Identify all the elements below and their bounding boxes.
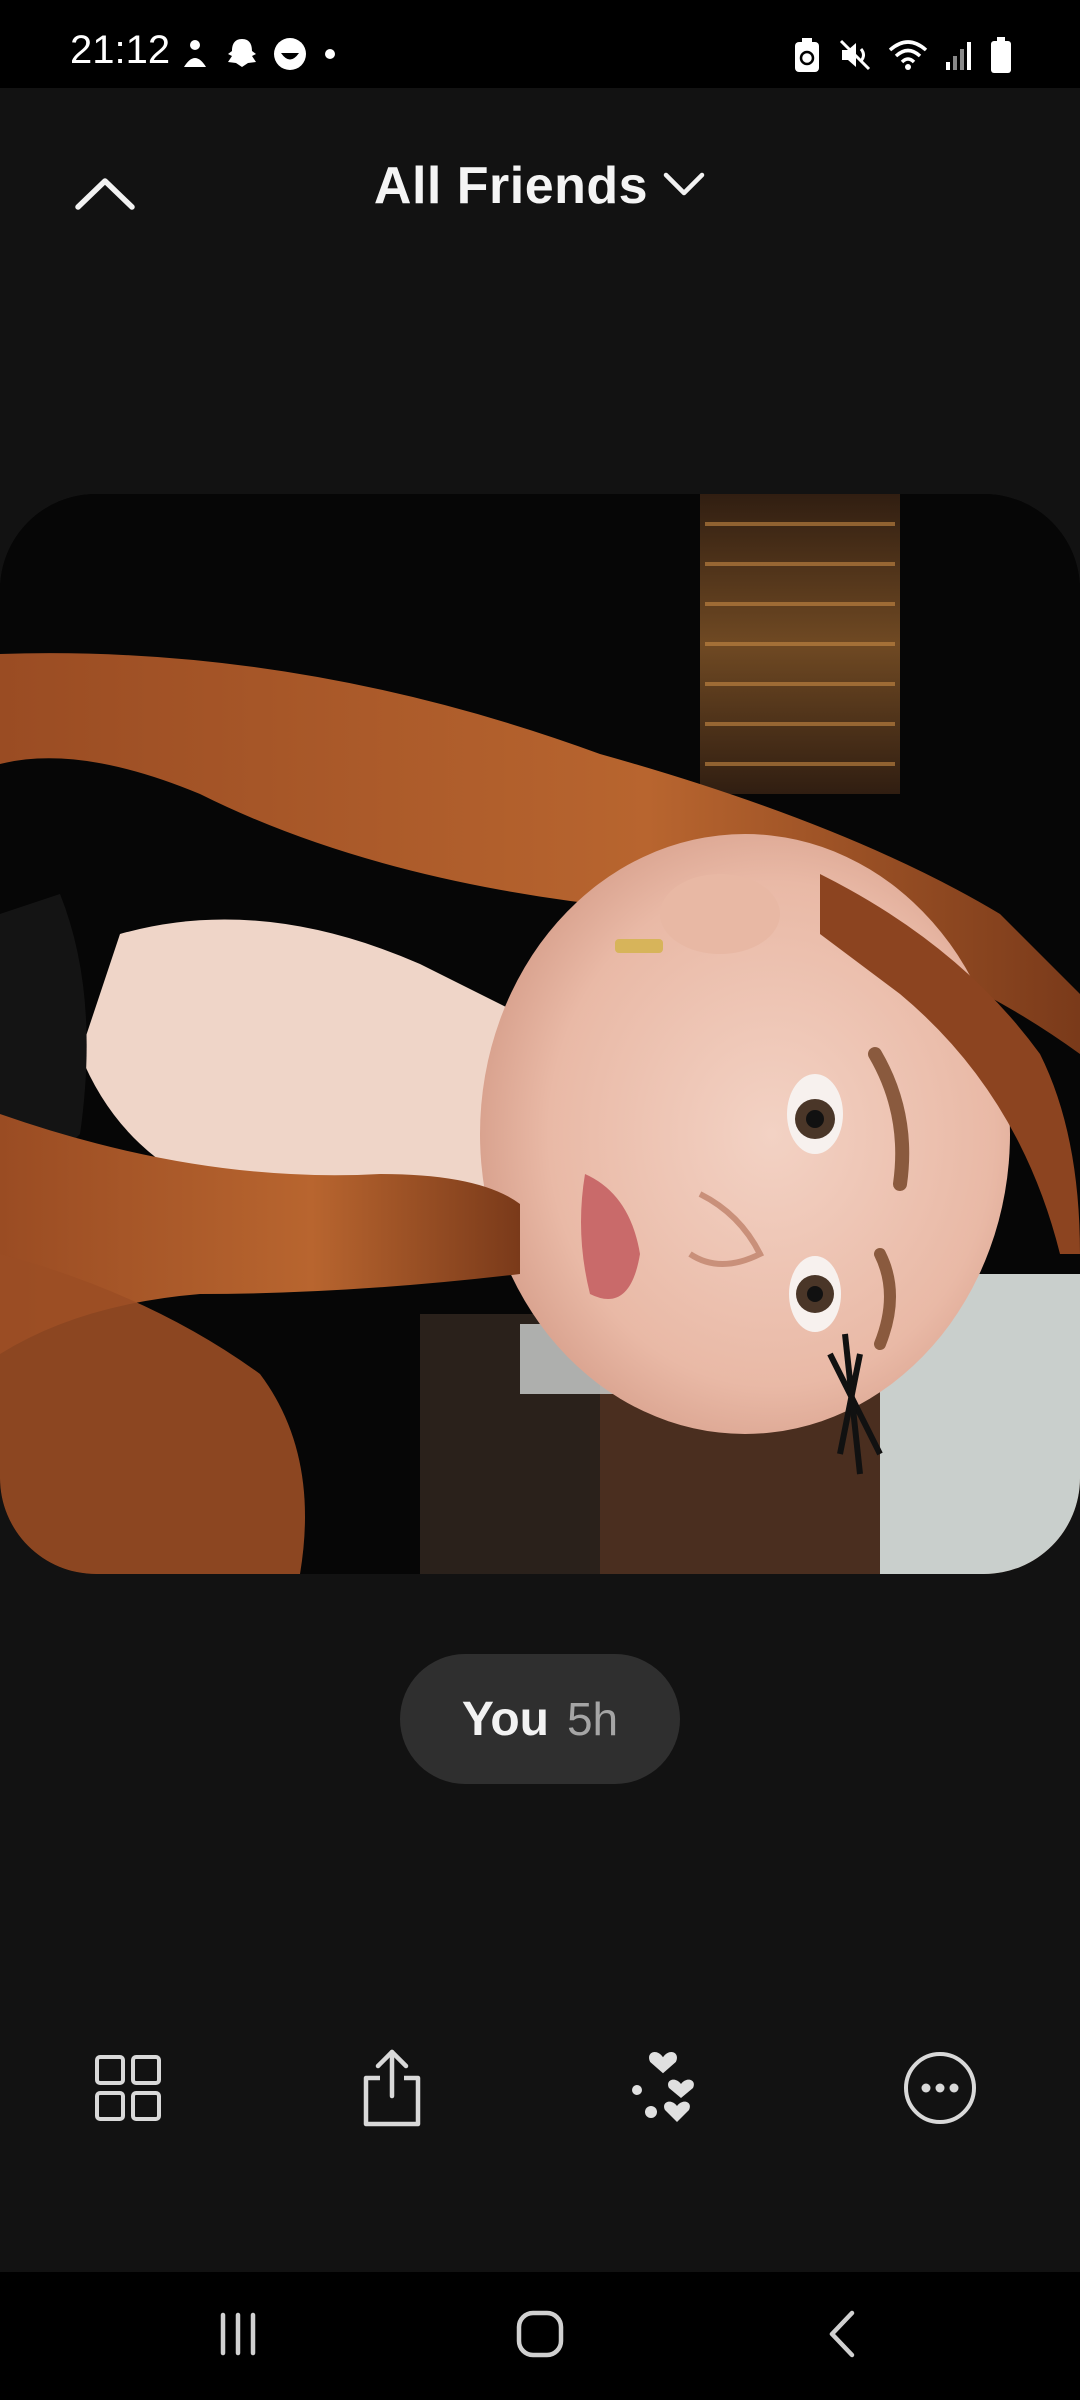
- mindfulness-icon: [178, 37, 212, 71]
- recent-apps-icon: [215, 2311, 261, 2362]
- header-title: All Friends: [373, 157, 649, 215]
- grid-view-button[interactable]: [78, 2040, 178, 2140]
- screen: 21:12 All Friends You 5h: [0, 0, 1080, 2400]
- status-right-icons: [792, 36, 1012, 74]
- mute-icon: [838, 38, 872, 72]
- share-icon: [356, 2046, 428, 2135]
- friends-filter-dropdown[interactable]: All Friends: [0, 156, 1080, 216]
- hearts-icon: [629, 2050, 705, 2131]
- recent-apps-button[interactable]: [198, 2296, 278, 2376]
- back-icon: [822, 2309, 862, 2364]
- action-bar: [0, 2040, 1080, 2140]
- battery-icon: [990, 36, 1012, 74]
- reactions-button[interactable]: [617, 2040, 717, 2140]
- share-button[interactable]: [342, 2040, 442, 2140]
- home-button[interactable]: [500, 2296, 580, 2376]
- author-name: You: [461, 1692, 549, 1746]
- status-time: 21:12: [70, 28, 171, 72]
- author-pill[interactable]: You 5h: [400, 1654, 680, 1784]
- system-nav-bar: [0, 2272, 1080, 2400]
- more-button[interactable]: [890, 2040, 990, 2140]
- post-age: 5h: [566, 1693, 619, 1745]
- wifi-icon: [888, 38, 928, 72]
- more-icon: [902, 2050, 978, 2131]
- grid-icon: [93, 2053, 163, 2128]
- notification-dot-icon: [320, 44, 340, 64]
- snapchat-ghost-icon: [224, 36, 260, 72]
- battery-saver-icon: [792, 37, 822, 73]
- signal-icon: [944, 38, 974, 72]
- smiley-app-icon: [272, 36, 308, 72]
- status-bar: 21:12: [0, 0, 1080, 88]
- post-photo[interactable]: [0, 494, 1080, 1574]
- back-button[interactable]: [802, 2296, 882, 2376]
- chevron-down-icon: [662, 169, 706, 204]
- status-left-icons: [178, 36, 340, 72]
- home-icon: [515, 2309, 565, 2364]
